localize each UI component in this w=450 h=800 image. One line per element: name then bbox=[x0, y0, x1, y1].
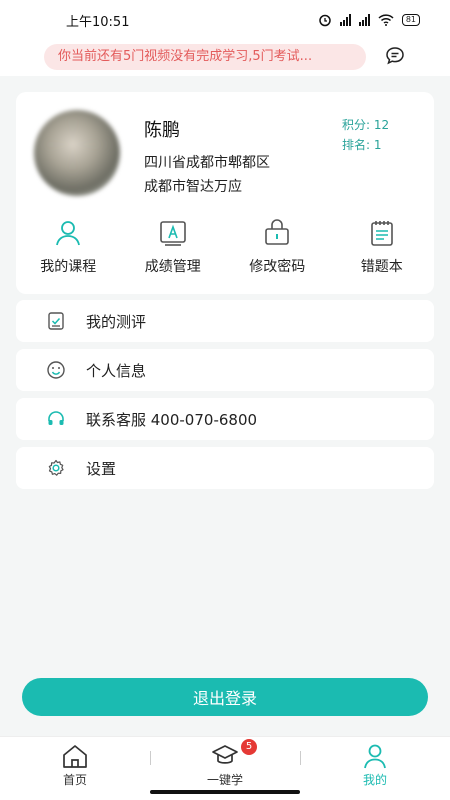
status-time: 上午10:51 bbox=[66, 14, 130, 30]
tab-label: 我的 bbox=[362, 773, 387, 787]
menu-label: 个人信息 bbox=[86, 361, 147, 380]
menu-item-settings[interactable]: 设置 bbox=[16, 447, 434, 489]
gear-icon bbox=[48, 459, 64, 476]
signal-icon bbox=[339, 14, 351, 26]
home-icon bbox=[63, 745, 87, 768]
action-label: 错题本 bbox=[360, 259, 403, 275]
profile-icon bbox=[364, 744, 386, 769]
status-icons: 81 bbox=[318, 13, 420, 27]
action-wrong-questions[interactable]: 错题本 bbox=[330, 218, 435, 276]
tab-label: 一键学 bbox=[206, 773, 243, 787]
notification-badge: 5 bbox=[241, 739, 257, 755]
action-label: 修改密码 bbox=[249, 259, 306, 275]
menu-label: 联系客服 400-070-6800 bbox=[86, 410, 258, 429]
menu-item-personal-info[interactable]: 个人信息 bbox=[16, 349, 434, 391]
menu-item-customer-service[interactable]: 联系客服 400-070-6800 bbox=[16, 398, 434, 440]
menu-item-assessment[interactable]: 我的测评 bbox=[16, 300, 434, 342]
notice-banner[interactable]: 你当前还有5门视频没有完成学习,5门考试... bbox=[44, 44, 366, 70]
action-label: 成绩管理 bbox=[144, 259, 201, 275]
smile-icon bbox=[47, 361, 65, 379]
avatar[interactable] bbox=[34, 110, 120, 196]
action-change-password[interactable]: 修改密码 bbox=[225, 218, 330, 276]
tab-label: 首页 bbox=[62, 773, 87, 787]
lock-icon bbox=[265, 219, 290, 245]
menu-label: 我的测评 bbox=[86, 312, 147, 331]
message-icon[interactable] bbox=[384, 45, 406, 67]
assessment-icon bbox=[48, 312, 64, 330]
profile-card: 陈鹏 四川省成都市郫都区 成都市智达万应 积分: 12 排名: 1 我的课程 成… bbox=[16, 92, 434, 294]
status-bar: 上午10:51 81 bbox=[0, 0, 450, 40]
signal-icon-2 bbox=[358, 14, 370, 26]
menu-label: 设置 bbox=[86, 459, 117, 478]
user-name: 陈鹏 bbox=[144, 120, 180, 141]
tab-mine[interactable]: 我的 bbox=[300, 737, 450, 800]
alarm-icon bbox=[319, 14, 331, 27]
action-my-courses[interactable]: 我的课程 bbox=[16, 218, 121, 276]
points-label: 积分: 12 bbox=[342, 118, 390, 132]
quick-actions: 我的课程 成绩管理 修改密码 错题本 bbox=[16, 218, 434, 276]
action-grade-management[interactable]: 成绩管理 bbox=[121, 218, 226, 276]
graduation-cap-icon bbox=[212, 745, 238, 764]
notebook-icon bbox=[370, 221, 393, 246]
address-line1: 四川省成都市郫都区 bbox=[144, 155, 270, 171]
action-label: 我的课程 bbox=[40, 259, 97, 275]
notice-row: 你当前还有5门视频没有完成学习,5门考试... bbox=[0, 40, 450, 76]
logout-button[interactable]: 退出登录 bbox=[22, 678, 428, 716]
rank-label: 排名: 1 bbox=[342, 138, 382, 152]
grade-icon bbox=[159, 221, 186, 246]
wifi-icon bbox=[378, 14, 394, 26]
user-icon bbox=[56, 221, 81, 246]
headset-icon bbox=[48, 411, 64, 425]
battery-icon: 81 bbox=[401, 14, 420, 26]
address-line2: 成都市智达万应 bbox=[144, 179, 242, 195]
home-indicator bbox=[150, 790, 300, 794]
tab-home[interactable]: 首页 bbox=[0, 737, 150, 800]
